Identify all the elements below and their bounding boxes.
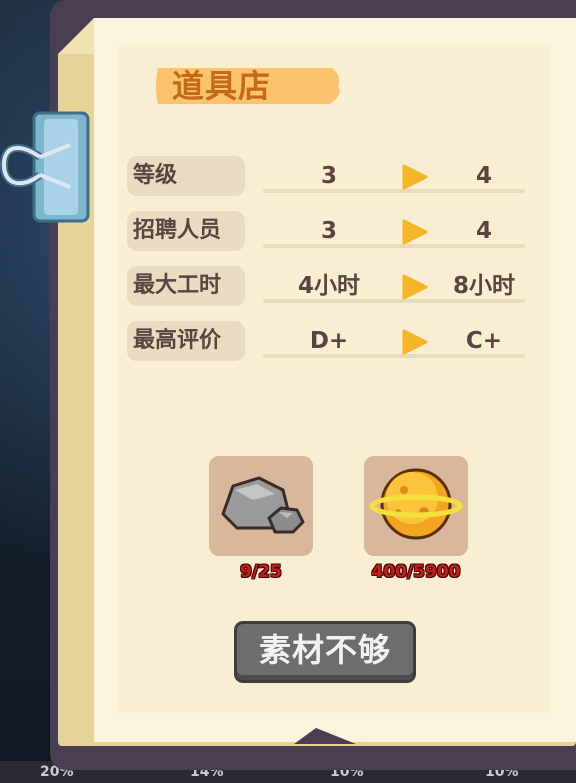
stat-next-value: 4 — [475, 163, 492, 189]
material-slot-stone[interactable] — [209, 456, 313, 556]
stat-next-value: 4 — [475, 218, 492, 244]
insufficient-materials-button[interactable]: 素材不够 — [237, 624, 413, 680]
arrow-right-icon — [402, 164, 428, 190]
stat-label: 最高评价 — [127, 321, 245, 361]
stat-current-value: D+ — [309, 328, 349, 354]
material-slot-gold[interactable] — [364, 456, 468, 556]
binder-clip-icon — [0, 111, 90, 223]
arrow-right-icon — [402, 219, 428, 245]
stat-row-work-hours: 最大工时 4小时 8小时 — [127, 266, 532, 306]
stat-next-value: C+ — [465, 328, 503, 354]
arrow-right-icon — [402, 274, 428, 300]
stat-row-level: 等级 3 4 — [127, 156, 532, 196]
frame-tab — [294, 728, 356, 744]
stat-next-value: 8小时 — [452, 273, 515, 299]
shop-title: 道具店 — [172, 67, 272, 105]
stat-row-staff: 招聘人员 3 4 — [127, 211, 532, 251]
stat-row-rating: 最高评价 D+ C+ — [127, 321, 532, 361]
material-count: 400/5900 — [371, 562, 461, 582]
gold-coin-planet-icon — [369, 468, 463, 540]
notebook-page-inner — [118, 45, 550, 713]
stat-current-value: 3 — [320, 218, 337, 244]
stat-current-value: 4小时 — [297, 273, 360, 299]
stat-label: 最大工时 — [127, 266, 245, 306]
stat-current-value: 3 — [320, 163, 337, 189]
arrow-right-icon — [402, 329, 428, 355]
stone-icon — [221, 476, 305, 534]
material-count: 9/25 — [240, 562, 282, 582]
stat-label: 等级 — [127, 156, 245, 196]
stat-label: 招聘人员 — [127, 211, 245, 251]
page-fold-corner — [58, 18, 94, 54]
